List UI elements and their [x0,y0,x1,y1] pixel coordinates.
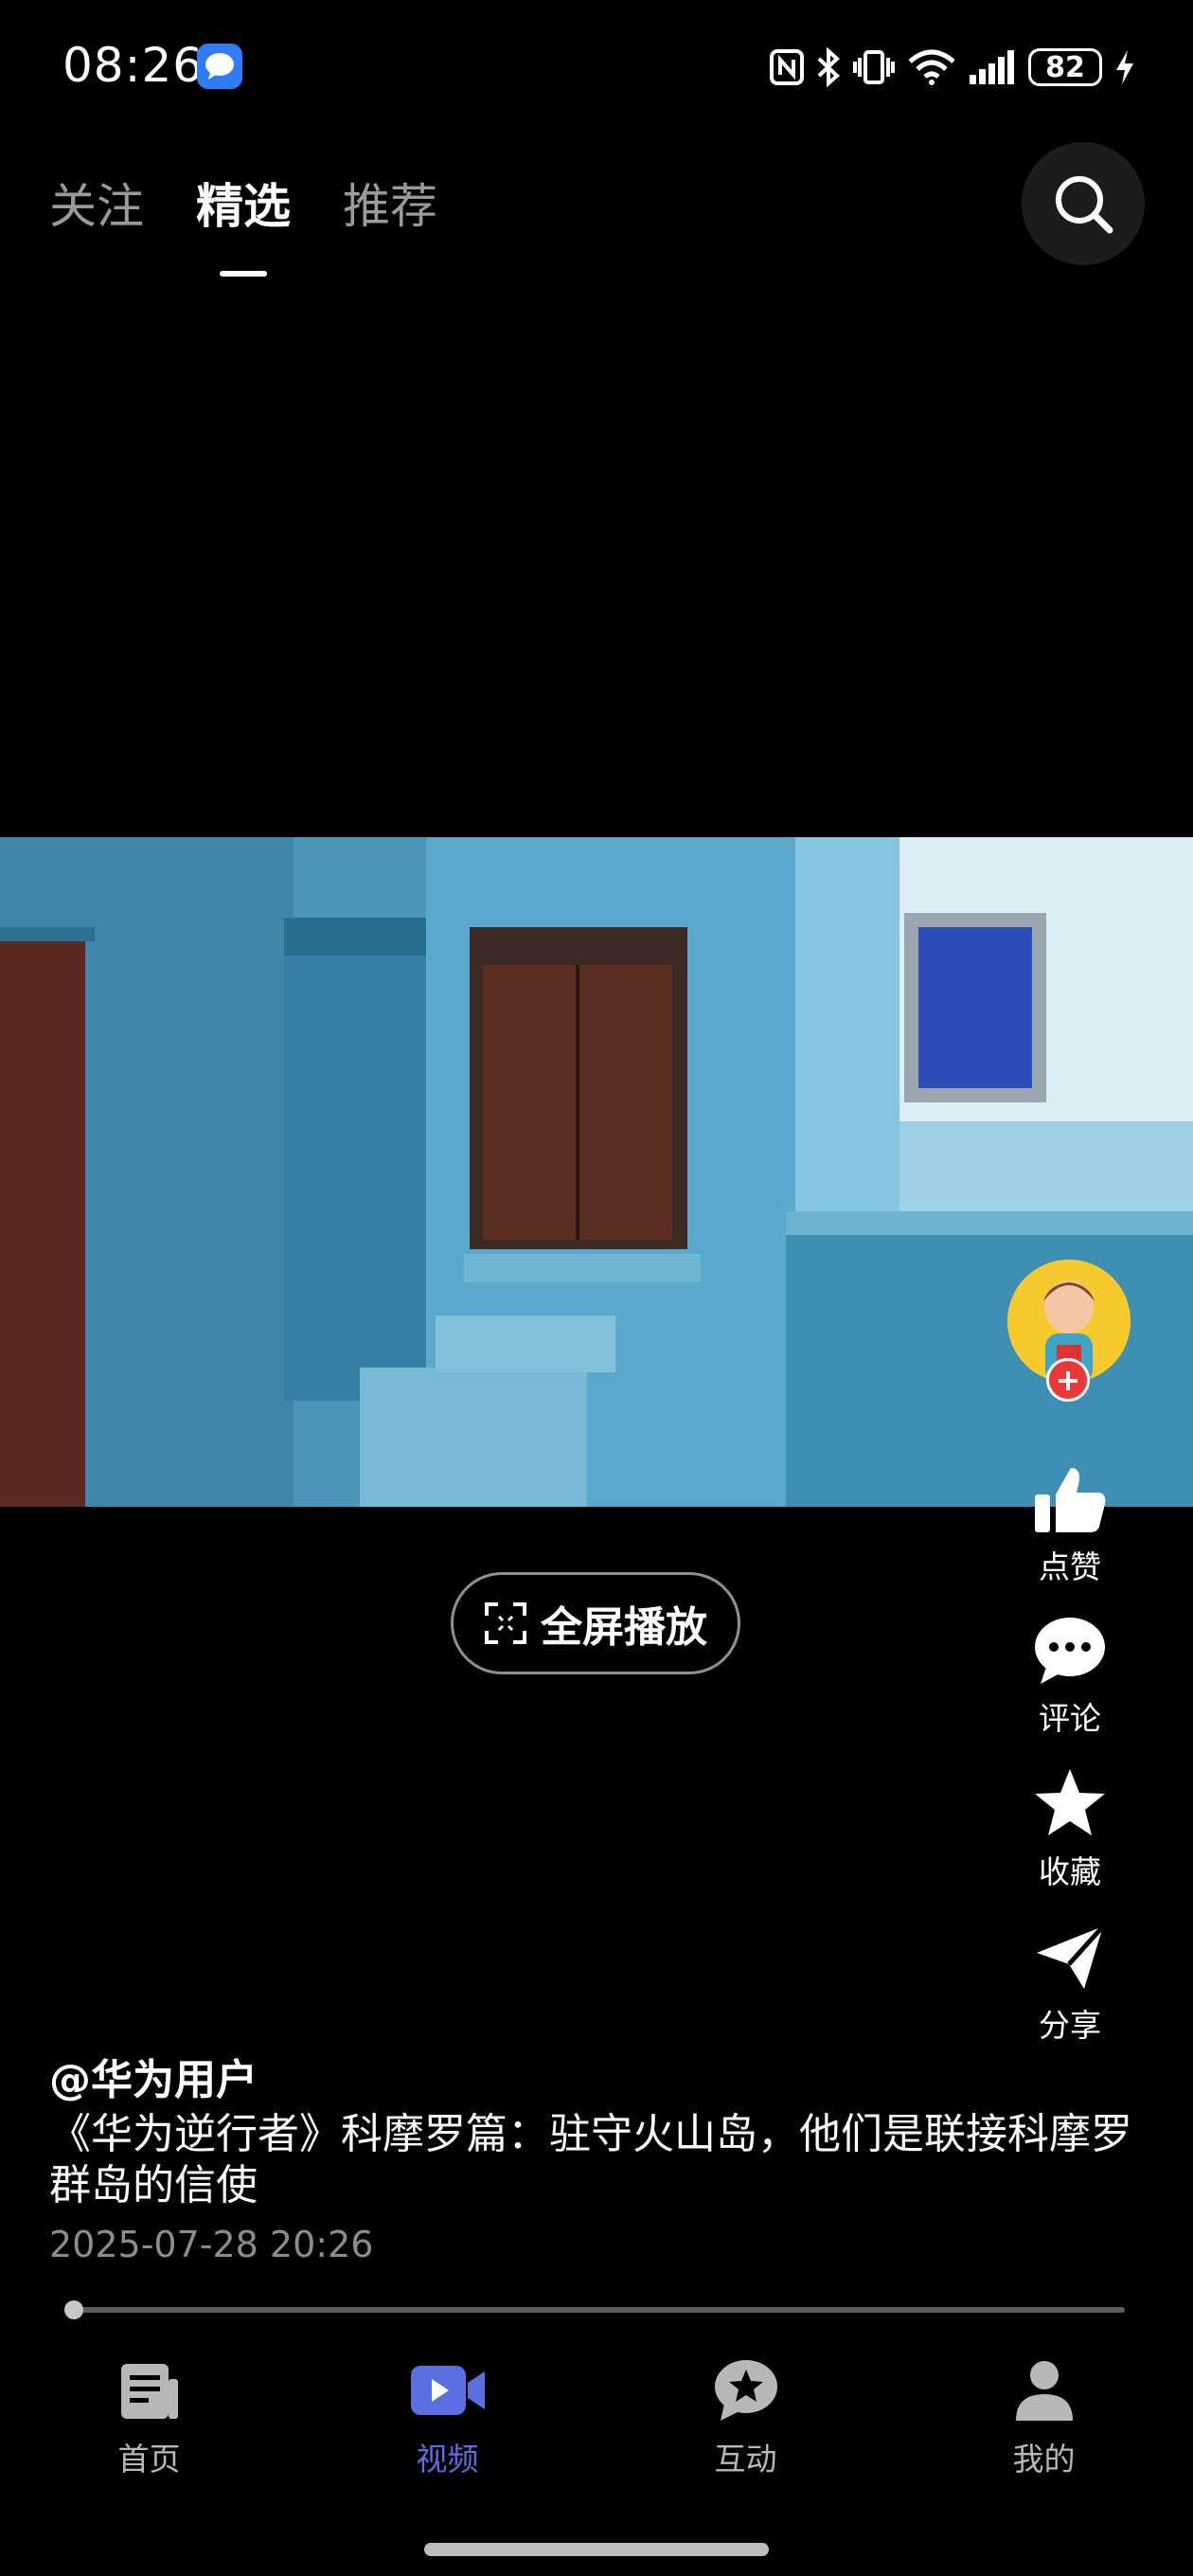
fullscreen-icon [485,1602,526,1644]
person-icon [1015,2361,1073,2421]
comment-icon [1035,1618,1105,1684]
star-icon [1035,1769,1105,1835]
battery-icon: 82 [1028,48,1102,86]
follow-button[interactable] [1046,1358,1090,1402]
video-caption: 《华为逆行者》科摩罗篇：驻守火山岛，他们是联接科摩罗群岛的信使 [49,2110,1132,2209]
progress-bar[interactable] [66,2307,1125,2313]
news-icon [120,2364,178,2419]
top-tabs: 关注 精选 推荐 [49,169,437,237]
favorite-label: 收藏 [1039,1853,1101,1890]
nav-home-label: 首页 [117,2441,181,2478]
author-name[interactable]: @华为用户 [49,2046,258,2106]
search-icon [1056,176,1113,234]
home-indicator[interactable] [424,2543,769,2556]
post-datetime: 2025-07-28 20:26 [49,2224,374,2265]
share-label: 分享 [1039,2007,1101,2044]
comment-label: 评论 [1039,1700,1101,1737]
message-app-icon [197,44,242,89]
thumbs-up-icon [1035,1468,1106,1532]
tab-recommended[interactable]: 推荐 [343,169,437,237]
tab-featured[interactable]: 精选 [196,169,291,237]
bottom-nav: 首页 视频 互动 我的 [0,2349,1193,2491]
nfc-icon [770,49,804,85]
video-player[interactable] [0,837,1193,1507]
charging-icon [1116,50,1133,84]
nav-home[interactable]: 首页 [0,2349,298,2491]
system-icons: 82 [769,42,1136,93]
nav-interaction[interactable]: 互动 [596,2349,895,2491]
fullscreen-button[interactable]: 全屏播放 [451,1572,740,1674]
signal-icon [970,50,1014,84]
favorite-button[interactable]: 收藏 [1013,1763,1127,1892]
vibrate-icon [853,50,895,84]
fullscreen-label: 全屏播放 [541,1603,707,1652]
status-bar: 08:26 82 [0,0,1193,133]
battery-level: 82 [1045,50,1085,84]
like-button[interactable]: 点赞 [1013,1458,1127,1587]
tab-following[interactable]: 关注 [49,169,144,237]
progress-thumb[interactable] [64,2300,83,2319]
video-icon [410,2366,485,2415]
nav-video[interactable]: 视频 [298,2349,596,2491]
comment-button[interactable]: 评论 [1013,1610,1127,1739]
nav-video-label: 视频 [416,2441,479,2478]
wifi-icon [908,49,955,85]
star-chat-icon [714,2360,777,2421]
nav-me[interactable]: 我的 [895,2349,1193,2491]
nav-me-label: 我的 [1012,2441,1076,2478]
share-button[interactable]: 分享 [1013,1917,1127,2046]
video-frame-image [0,837,1193,1507]
send-icon [1037,1924,1105,1989]
bluetooth-icon [817,47,840,87]
nav-interaction-label: 互动 [714,2441,777,2478]
search-button[interactable] [1022,142,1145,265]
status-time: 08:26 [62,38,205,93]
like-label: 点赞 [1039,1548,1101,1585]
